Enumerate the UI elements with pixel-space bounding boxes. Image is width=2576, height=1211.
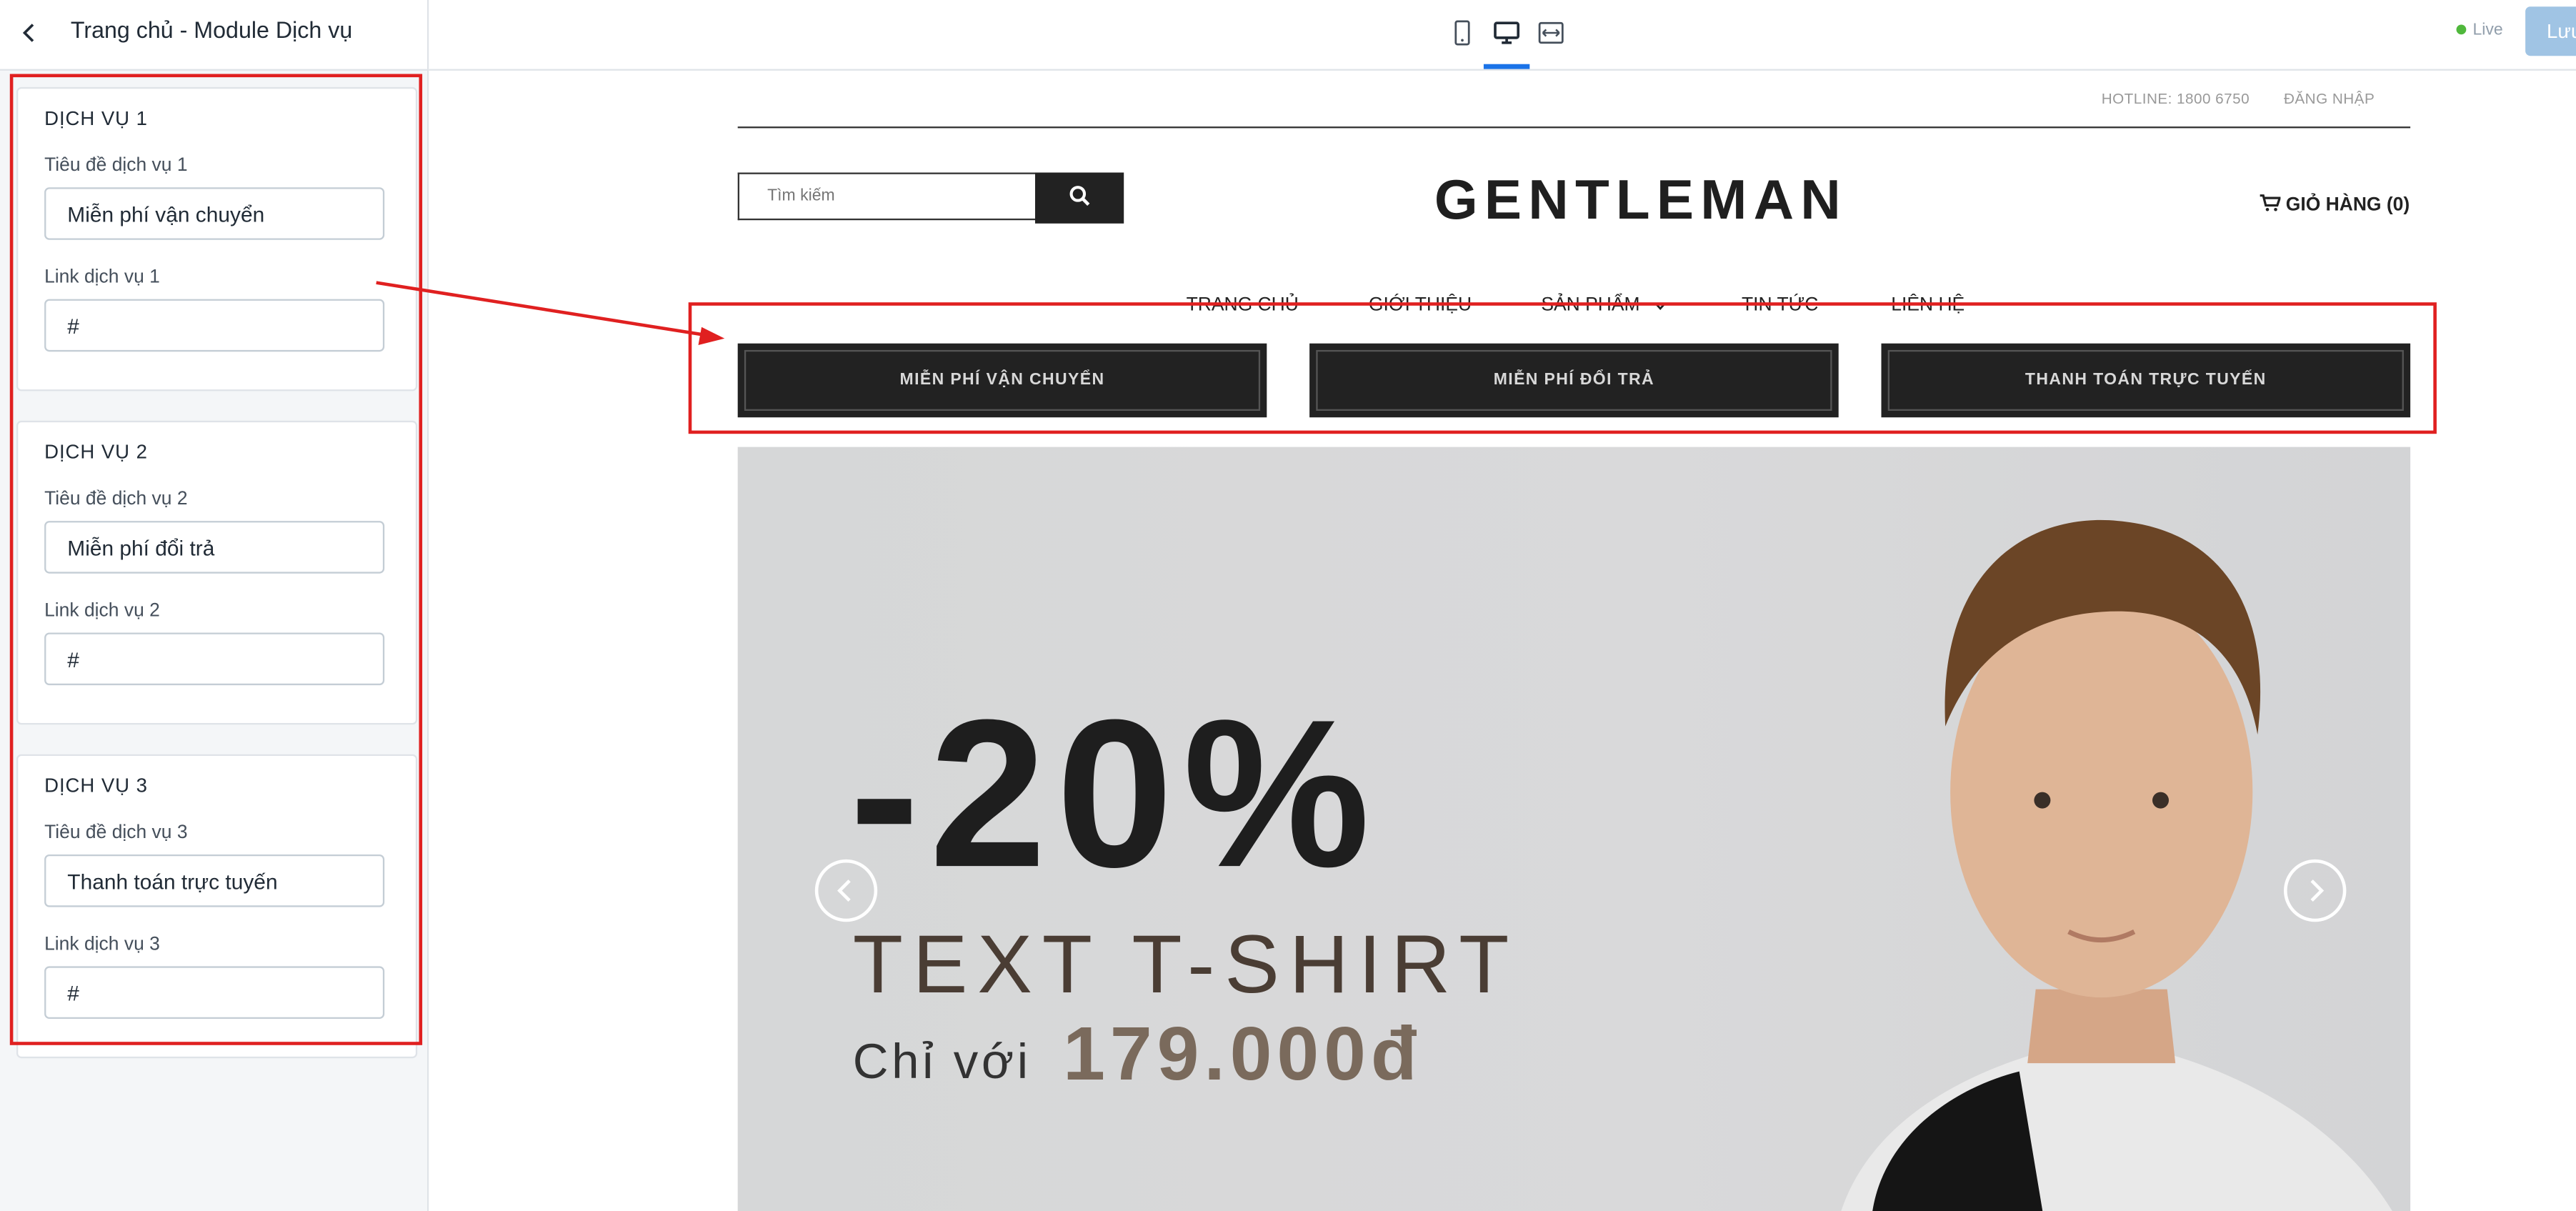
service-3-title-input[interactable] xyxy=(44,854,385,907)
section-title: DỊCH VỤ 2 xyxy=(44,440,148,464)
section-title: DỊCH VỤ 1 xyxy=(44,106,148,130)
header-divider xyxy=(737,126,2411,129)
nav-item-home[interactable]: TRANG CHỦ xyxy=(1187,296,1299,316)
service-block-2[interactable]: MIỄN PHÍ ĐỔI TRẢ xyxy=(1309,343,1839,418)
service-1-link-input[interactable] xyxy=(44,299,385,352)
storefront-preview: HOTLINE: 1800 6750 ĐĂNG NHẬP GENTLEMAN G… xyxy=(429,70,2576,1211)
banner-prev-button[interactable] xyxy=(814,859,878,922)
chevron-left-icon xyxy=(837,879,851,902)
service-label: MIỄN PHÍ ĐỔI TRẢ xyxy=(1493,371,1655,390)
service-2-title-input[interactable] xyxy=(44,521,385,574)
chevron-down-icon xyxy=(1654,302,1667,310)
banner-next-button[interactable] xyxy=(2284,859,2347,922)
active-device-indicator xyxy=(1483,64,1530,69)
service-label: THANH TOÁN TRỰC TUYẾN xyxy=(2025,371,2267,390)
title-field-label: Tiêu đề dịch vụ 3 xyxy=(44,823,188,843)
title-field-label: Tiêu đề dịch vụ 2 xyxy=(44,489,188,509)
service-card-3: DỊCH VỤ 3 Tiêu đề dịch vụ 3 Link dịch vụ… xyxy=(16,754,418,1059)
banner-price-prefix: Chỉ với xyxy=(852,1035,1032,1090)
service-block-frame: MIỄN PHÍ ĐỔI TRẢ xyxy=(1316,349,1832,411)
mobile-icon[interactable] xyxy=(1447,18,1477,47)
app-root: Trang chủ - Module Dịch vụ DỊCH VỤ 1 Tiê… xyxy=(0,0,2576,1211)
service-block-1[interactable]: MIỄN PHÍ VẬN CHUYỂN xyxy=(737,343,1267,418)
service-block-3[interactable]: THANH TOÁN TRỰC TUYẾN xyxy=(1881,343,2411,418)
cart-label: GIỎ HÀNG (0) xyxy=(2285,195,2410,216)
fullwidth-icon[interactable] xyxy=(1537,18,1566,47)
service-block-frame: THANH TOÁN TRỰC TUYẾN xyxy=(1887,349,2404,411)
service-1-title-input[interactable] xyxy=(44,187,385,240)
service-card-2: DỊCH VỤ 2 Tiêu đề dịch vụ 2 Link dịch vụ… xyxy=(16,420,418,725)
service-block-frame: MIỄN PHÍ VẬN CHUYỂN xyxy=(744,349,1261,411)
nav-item-news[interactable]: TIN TỨC xyxy=(1742,296,1818,316)
search-button[interactable] xyxy=(1035,172,1124,224)
search-input[interactable] xyxy=(737,172,1035,221)
settings-sidebar: Trang chủ - Module Dịch vụ DỊCH VỤ 1 Tiê… xyxy=(0,0,429,1211)
live-status-label: Live xyxy=(2472,21,2503,40)
link-field-label: Link dịch vụ 2 xyxy=(44,601,160,622)
nav-item-label: SẢN PHẨM xyxy=(1541,296,1640,316)
section-title: DỊCH VỤ 3 xyxy=(44,774,148,797)
sidebar-header: Trang chủ - Module Dịch vụ xyxy=(0,0,427,71)
cart-icon xyxy=(2260,194,2282,211)
link-field-label: Link dịch vụ 3 xyxy=(44,935,160,955)
search-icon xyxy=(1069,186,1090,206)
title-field-label: Tiêu đề dịch vụ 1 xyxy=(44,156,188,176)
banner-price: 179.000đ xyxy=(1063,1010,1422,1097)
service-2-link-input[interactable] xyxy=(44,632,385,686)
banner-discount: -20% xyxy=(849,677,1380,912)
save-button[interactable]: Lưu xyxy=(2525,6,2576,56)
nav-item-products[interactable]: SẢN PHẨM xyxy=(1541,296,1667,316)
back-arrow-icon[interactable] xyxy=(16,20,43,46)
link-field-label: Link dịch vụ 1 xyxy=(44,267,160,288)
store-logo[interactable]: GENTLEMAN xyxy=(1434,169,1847,234)
editor-toolbar: Live Lưu xyxy=(429,0,2576,71)
service-card-1: DỊCH VỤ 1 Tiêu đề dịch vụ 1 Link dịch vụ… xyxy=(16,86,418,392)
banner-title: TEXT T-SHIRT xyxy=(852,918,1519,1011)
cart-link[interactable]: GIỎ HÀNG (0) xyxy=(2260,194,2410,215)
page-title: Trang chủ - Module Dịch vụ xyxy=(70,16,353,43)
nav-item-about[interactable]: GIỚI THIỆU xyxy=(1369,296,1472,316)
desktop-icon[interactable] xyxy=(1492,18,1521,47)
hotline-text: HOTLINE: 1800 6750 xyxy=(2101,90,2250,107)
live-status-dot xyxy=(2456,24,2467,35)
service-label: MIỄN PHÍ VẬN CHUYỂN xyxy=(899,371,1105,390)
login-link[interactable]: ĐĂNG NHẬP xyxy=(2284,91,2375,107)
nav-item-contact[interactable]: LIÊN HỆ xyxy=(1891,296,1965,316)
service-3-link-input[interactable] xyxy=(44,966,385,1019)
chevron-right-icon xyxy=(2310,879,2325,902)
model-photo xyxy=(1841,519,2392,1211)
hero-banner: -20% TEXT T-SHIRT Chỉ với 179.000đ xyxy=(737,447,2411,1211)
